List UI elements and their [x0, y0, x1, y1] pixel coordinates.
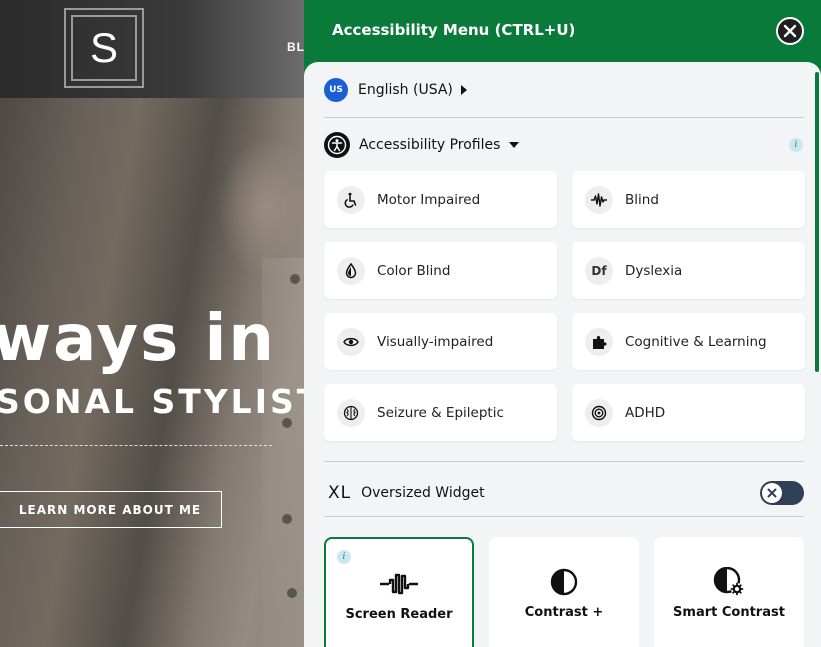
- profile-label: Motor Impaired: [377, 191, 481, 208]
- profiles-toggle[interactable]: Accessibility Profiles: [324, 132, 520, 158]
- profile-motor-impaired[interactable]: Motor Impaired: [324, 171, 557, 228]
- profile-label: ADHD: [625, 404, 666, 421]
- divider: [324, 516, 804, 517]
- profile-label: Blind: [625, 191, 659, 208]
- feature-label: Smart Contrast: [673, 605, 785, 620]
- smart-contrast-icon: [709, 565, 749, 599]
- site-logo-letter: S: [71, 15, 137, 81]
- language-flag: US: [324, 78, 348, 102]
- accessibility-panel: Accessibility Menu (CTRL+U) US English (…: [304, 0, 821, 647]
- profile-label: Color Blind: [377, 262, 451, 279]
- panel-scrollbar[interactable]: [815, 72, 819, 372]
- contrast-icon: [544, 565, 584, 599]
- site-nav-link[interactable]: BL: [287, 40, 304, 54]
- feature-smart-contrast[interactable]: Smart Contrast: [654, 537, 804, 647]
- caret-right-icon: [460, 85, 467, 95]
- feature-contrast[interactable]: Contrast +: [489, 537, 639, 647]
- feature-label: Screen Reader: [345, 607, 453, 622]
- panel-body: US English (USA) Accessibility Profiles …: [304, 62, 821, 647]
- panel-header: Accessibility Menu (CTRL+U): [304, 0, 821, 62]
- divider: [324, 117, 804, 118]
- wheelchair-icon: [337, 185, 365, 214]
- accessibility-person-icon: [324, 132, 350, 158]
- panel-title: Accessibility Menu (CTRL+U): [332, 21, 576, 39]
- language-label: English (USA): [358, 82, 453, 98]
- eye-icon: [337, 327, 365, 356]
- toggle-off-icon: [767, 488, 777, 498]
- profiles-label: Accessibility Profiles: [359, 137, 501, 153]
- coat-button: [290, 274, 300, 284]
- site-header: S BL: [0, 0, 304, 98]
- profile-color-blind[interactable]: Color Blind: [324, 242, 557, 299]
- site-logo[interactable]: S: [64, 8, 144, 88]
- close-icon: [783, 24, 797, 38]
- oversized-widget-label: Oversized Widget: [361, 485, 485, 501]
- profile-cognitive-learning[interactable]: Cognitive & Learning: [572, 313, 805, 370]
- screen-reader-icon: [379, 567, 419, 601]
- waveform-icon: [585, 185, 613, 214]
- profile-label: Seizure & Epileptic: [377, 404, 504, 421]
- profile-seizure-epileptic[interactable]: Seizure & Epileptic: [324, 384, 557, 441]
- profile-visually-impaired[interactable]: Visually-impaired: [324, 313, 557, 370]
- puzzle-icon: [585, 327, 613, 356]
- screen-reader-info-icon[interactable]: i: [337, 550, 351, 564]
- learn-more-button[interactable]: LEARN MORE ABOUT ME: [0, 491, 222, 528]
- background-website: S BL ways in SONAL STYLIST LEARN MORE AB…: [0, 0, 304, 647]
- feature-label: Contrast +: [524, 605, 604, 620]
- df-icon-text: Df: [591, 263, 607, 278]
- profile-adhd[interactable]: ADHD: [572, 384, 805, 441]
- language-selector[interactable]: US English (USA): [324, 78, 467, 102]
- target-icon: [585, 398, 613, 427]
- profile-label: Visually-impaired: [377, 333, 494, 350]
- df-icon: Df: [585, 256, 613, 285]
- hero-title: ways in: [0, 302, 276, 376]
- caret-down-icon: [509, 142, 520, 148]
- profile-label: Dyslexia: [625, 262, 683, 279]
- profile-label: Cognitive & Learning: [625, 333, 767, 350]
- toggle-knob: [762, 483, 782, 503]
- profiles-info-icon[interactable]: i: [789, 138, 803, 152]
- xl-icon: XL: [328, 483, 352, 503]
- profile-dyslexia[interactable]: Df Dyslexia: [572, 242, 805, 299]
- coat-button: [282, 514, 292, 524]
- divider: [324, 461, 804, 462]
- close-button[interactable]: [776, 17, 804, 45]
- oversized-widget-toggle[interactable]: [760, 481, 804, 505]
- profile-blind[interactable]: Blind: [572, 171, 805, 228]
- oversized-widget-row: XL Oversized Widget: [328, 478, 804, 508]
- coat-button: [287, 588, 297, 598]
- feature-screen-reader[interactable]: i Screen Reader: [324, 537, 474, 647]
- hero-subtitle: SONAL STYLIST: [0, 382, 304, 421]
- brain-icon: [337, 398, 365, 427]
- droplet-icon: [337, 256, 365, 285]
- hero-divider: [0, 445, 272, 446]
